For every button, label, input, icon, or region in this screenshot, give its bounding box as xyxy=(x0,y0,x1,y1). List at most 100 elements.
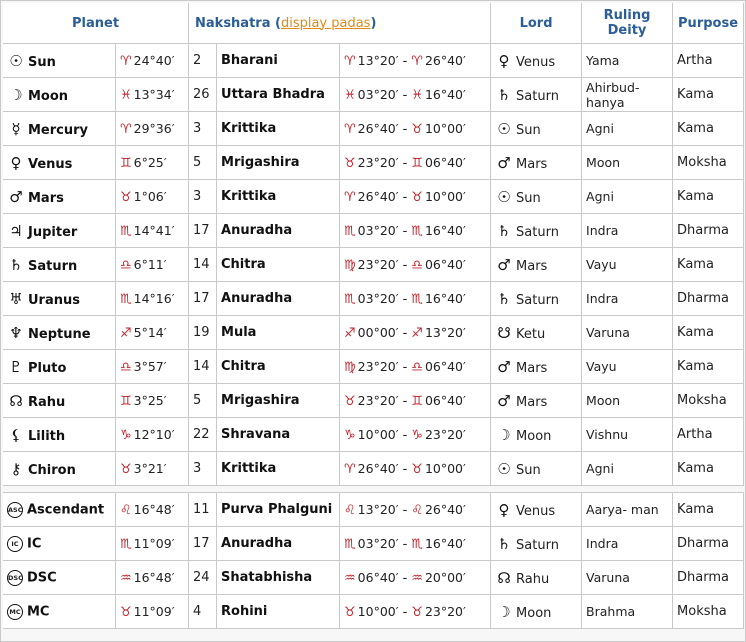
nakshatra-number-cell: 5 xyxy=(189,384,218,418)
range-dash: - xyxy=(402,604,408,620)
range-from-sign-icon: ♍ xyxy=(344,257,356,273)
planet-cell: ASC Ascendant xyxy=(3,493,116,527)
nakshatra-name: Mrigashira xyxy=(221,393,300,408)
range-to-sign-icon: ♎ xyxy=(411,359,423,375)
lord-glyph-icon: ☋ xyxy=(497,323,511,342)
lord-name: Sun xyxy=(516,122,541,138)
planet-glyph-icon: ☉ xyxy=(9,51,23,70)
lord-cell: ♂ Mars xyxy=(491,146,583,180)
nakshatra-number-cell: 14 xyxy=(189,248,218,282)
ruling-deity-cell: Brahma xyxy=(582,595,674,629)
planet-glyph-icon: ♂ xyxy=(9,187,23,206)
section-separator xyxy=(3,486,745,493)
angle-badge-icon: ASC xyxy=(7,501,23,518)
ruling-deity-cell: Vishnu xyxy=(582,418,674,452)
planet-glyph-icon: ♆ xyxy=(9,323,23,342)
nakshatra-number: 24 xyxy=(193,570,210,585)
purpose: Kama xyxy=(677,121,714,136)
nakshatra-name-cell: Uttara Bhadra xyxy=(217,78,341,112)
nakshatra-name-cell: Mula xyxy=(217,316,341,350)
range-from: 23°20′ xyxy=(357,392,399,408)
range-to: 06°40′ xyxy=(424,256,466,272)
range-from: 06°40′ xyxy=(357,569,399,585)
nakshatra-range-cell: ♈ 26°40′ - ♉ 10°00′ xyxy=(340,112,492,146)
sign-icon: ♒ xyxy=(120,570,132,586)
nakshatra-number: 5 xyxy=(193,155,202,170)
range-dash: - xyxy=(402,291,408,307)
position-value: 3°57′ xyxy=(133,358,167,374)
lord-glyph-icon: ♄ xyxy=(497,85,511,104)
purpose-cell: Artha xyxy=(673,44,745,78)
nakshatra-number-cell: 5 xyxy=(189,146,218,180)
planet-name: Ascendant xyxy=(27,502,105,517)
nakshatra-number-cell: 17 xyxy=(189,214,218,248)
planet-cell: IC IC xyxy=(3,527,116,561)
ruling-deity: Agni xyxy=(586,461,614,476)
range-from-sign-icon: ♈ xyxy=(344,189,356,205)
lord-cell: ☉ Sun xyxy=(491,180,583,214)
ruling-deity-cell: Indra xyxy=(582,282,674,316)
ruling-deity: Ahirbud-hanya xyxy=(586,79,640,110)
range-from-sign-icon: ♏ xyxy=(344,536,356,552)
range-to-sign-icon: ♏ xyxy=(411,291,423,307)
range-from: 13°20′ xyxy=(357,52,399,68)
nakshatra-name-cell: Purva Phalguni xyxy=(217,493,341,527)
nakshatra-number-cell: 19 xyxy=(189,316,218,350)
planet-name: Jupiter xyxy=(28,224,78,240)
range-to-sign-icon: ♐ xyxy=(411,325,423,341)
sign-icon: ♐ xyxy=(120,325,132,341)
lord-cell: ☊ Rahu xyxy=(491,561,583,595)
purpose: Dharma xyxy=(677,223,729,238)
lord-glyph-icon: ♂ xyxy=(497,255,511,274)
purpose-cell: Moksha xyxy=(673,384,745,418)
planet-name: Saturn xyxy=(28,258,78,274)
purpose-cell: Kama xyxy=(673,180,745,214)
sign-icon: ♉ xyxy=(120,461,132,477)
range-from-sign-icon: ♈ xyxy=(344,121,356,137)
planet-name: Rahu xyxy=(28,394,66,410)
range-from: 10°00′ xyxy=(357,603,399,619)
planet-name: Mercury xyxy=(28,122,89,138)
nakshatra-name: Anuradha xyxy=(221,223,293,238)
lord-glyph-icon: ♄ xyxy=(497,221,511,240)
nakshatra-number: 5 xyxy=(193,393,202,408)
nakshatra-number-cell: 3 xyxy=(189,452,218,486)
planet-name: Uranus xyxy=(28,292,80,308)
range-dash: - xyxy=(402,427,408,443)
range-from-sign-icon: ♓ xyxy=(344,87,356,103)
lord-cell: ♂ Mars xyxy=(491,248,583,282)
position-value: 11°09′ xyxy=(133,535,175,551)
ruling-deity-cell: Moon xyxy=(582,384,674,418)
lord-cell: ☉ Sun xyxy=(491,112,583,146)
position-value: 16°48′ xyxy=(133,501,175,517)
lord-cell: ☽ Moon xyxy=(491,418,583,452)
lord-glyph-icon: ☉ xyxy=(497,459,511,478)
ruling-deity: Yama xyxy=(586,53,620,68)
nakshatra-name-cell: Krittika xyxy=(217,452,341,486)
range-from: 03°20′ xyxy=(357,222,399,238)
nakshatra-range-cell: ♑ 10°00′ - ♑ 23°20′ xyxy=(340,418,492,452)
ruling-deity: Agni xyxy=(586,189,614,204)
range-to: 26°40′ xyxy=(424,501,466,517)
range-from: 23°20′ xyxy=(357,154,399,170)
position-value: 12°10′ xyxy=(133,426,175,442)
planet-name: DSC xyxy=(27,570,57,585)
ruling-deity-cell: Agni xyxy=(582,180,674,214)
nakshatra-name-cell: Krittika xyxy=(217,180,341,214)
nakshatra-name-cell: Bharani xyxy=(217,44,341,78)
lord-cell: ☉ Sun xyxy=(491,452,583,486)
purpose: Kama xyxy=(677,325,714,340)
lord-glyph-icon: ☽ xyxy=(497,602,511,621)
planet-cell: ♄ Saturn xyxy=(3,248,116,282)
nakshatra-number-cell: 17 xyxy=(189,282,218,316)
display-padas-link[interactable]: display padas xyxy=(281,16,371,31)
planet-cell: ☿ Mercury xyxy=(3,112,116,146)
lord-cell: ♄ Saturn xyxy=(491,527,583,561)
planet-name: Lilith xyxy=(28,428,66,444)
sign-icon: ♊ xyxy=(120,155,132,171)
purpose: Artha xyxy=(677,427,713,442)
range-to-sign-icon: ♏ xyxy=(411,223,423,239)
header-nakshatra: Nakshatra (display padas) xyxy=(189,3,492,44)
position-cell: ♊ 3°25′ xyxy=(116,384,190,418)
lord-name: Moon xyxy=(516,605,552,621)
